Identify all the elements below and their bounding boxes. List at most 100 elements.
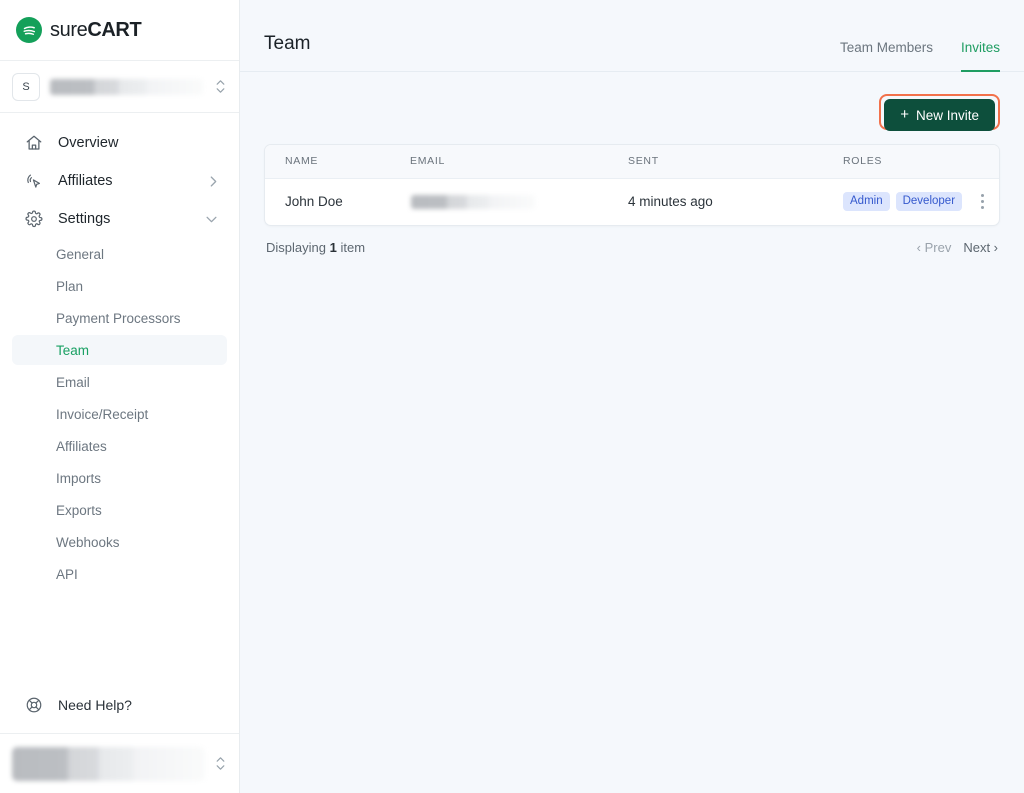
surecart-logo-icon <box>16 17 42 43</box>
tab-label: Team Members <box>839 40 933 55</box>
need-help-button[interactable]: Need Help? <box>12 687 227 723</box>
new-invite-button[interactable]: + New Invite <box>884 99 995 131</box>
cell-sent: 4 minutes ago <box>628 194 713 210</box>
role-badges: Admin Developer <box>843 192 965 212</box>
next-page-button[interactable]: Next › <box>963 240 998 255</box>
cell-name: John Doe <box>285 194 343 210</box>
page-title: Team <box>264 33 311 54</box>
table-row[interactable]: John Doe 4 minutes ago Admin Developer <box>265 178 999 225</box>
kebab-dot <box>980 194 984 198</box>
sidebar-subitem-label: General <box>56 246 105 262</box>
sidebar-nav: Overview Affiliates Settings General Pla… <box>0 113 239 687</box>
sidebar-subitem-label: Webhooks <box>56 534 120 550</box>
sidebar-subitem-webhooks[interactable]: Webhooks <box>12 527 227 557</box>
page-body: + New Invite NAME EMAIL SENT ROLES John … <box>240 72 1024 793</box>
sidebar-item-overview[interactable]: Overview <box>12 125 227 161</box>
column-header-name: NAME <box>265 145 390 179</box>
invites-table-element: NAME EMAIL SENT ROLES John Doe 4 minutes… <box>265 145 999 225</box>
column-header-roles: ROLES <box>823 145 965 179</box>
sidebar-subitem-plan[interactable]: Plan <box>12 271 227 301</box>
prev-page-button[interactable]: ‹ Prev <box>917 240 952 255</box>
sidebar-subitem-email[interactable]: Email <box>12 367 227 397</box>
new-invite-label: New Invite <box>915 107 979 123</box>
sidebar-subitem-label: Imports <box>56 470 102 486</box>
cell-email <box>390 178 608 225</box>
chevron-up-down-icon[interactable] <box>213 757 227 770</box>
sidebar-item-label: Affiliates <box>58 173 113 189</box>
sidebar-footer: Need Help? <box>0 687 239 733</box>
sidebar-item-label: Settings <box>58 211 111 227</box>
user-account-selector[interactable] <box>0 733 239 793</box>
store-selector-container: S <box>0 61 239 113</box>
gear-icon <box>24 209 44 229</box>
email-redacted <box>411 194 535 209</box>
cursor-click-icon <box>24 171 44 191</box>
page-header: Team Team Members Invites <box>240 0 1024 72</box>
pagination: Displaying 1 item ‹ Prev Next › <box>264 226 1000 255</box>
sidebar-subitem-label: Invoice/Receipt <box>56 406 149 422</box>
chevron-down-icon[interactable] <box>206 216 217 223</box>
brand-name: sureCART <box>50 18 142 42</box>
sidebar-subitem-team[interactable]: Team <box>12 335 227 365</box>
main-content: Team Team Members Invites + New Invite N… <box>240 0 1024 793</box>
sidebar-subitem-api[interactable]: API <box>12 559 227 589</box>
chevron-right-icon[interactable] <box>210 175 217 187</box>
brand-name-light: sure <box>50 18 88 41</box>
sidebar-subitem-general[interactable]: General <box>12 239 227 269</box>
plus-icon: + <box>900 106 909 123</box>
store-avatar: S <box>12 72 40 101</box>
cell-actions <box>965 178 999 225</box>
need-help-label: Need Help? <box>58 697 132 713</box>
settings-submenu: General Plan Payment Processors Team Ema… <box>12 239 227 589</box>
sidebar-item-label: Overview <box>58 135 119 151</box>
sidebar-item-affiliates[interactable]: Affiliates <box>12 163 227 199</box>
tab-invites[interactable]: Invites <box>960 40 1000 72</box>
invites-table: NAME EMAIL SENT ROLES John Doe 4 minutes… <box>264 144 1000 226</box>
sidebar-subitem-label: Exports <box>56 502 102 518</box>
kebab-menu-icon[interactable] <box>965 194 999 210</box>
cell-roles: Admin Developer <box>823 178 965 225</box>
action-toolbar: + New Invite <box>264 94 1000 131</box>
lifebuoy-icon <box>24 695 44 715</box>
table-header-row: NAME EMAIL SENT ROLES <box>265 145 999 179</box>
kebab-dot <box>980 206 984 210</box>
status-badge: Developer <box>895 192 963 212</box>
chevron-up-down-icon[interactable] <box>213 80 227 93</box>
sidebar-subitem-payment-processors[interactable]: Payment Processors <box>12 303 227 333</box>
sidebar-item-settings[interactable]: Settings <box>12 201 227 237</box>
store-name-redacted <box>50 78 203 95</box>
page-tabs: Team Members Invites <box>840 39 1000 72</box>
user-name-redacted <box>12 746 205 781</box>
column-header-sent: SENT <box>608 145 823 179</box>
column-header-email: EMAIL <box>390 145 608 179</box>
table-body: John Doe 4 minutes ago Admin Developer <box>265 178 999 225</box>
sidebar-subitem-label: Affiliates <box>56 438 107 454</box>
store-selector[interactable]: S <box>12 70 227 104</box>
action-highlight-ring: + New Invite <box>879 94 1000 131</box>
result-count: Displaying 1 item <box>266 240 365 255</box>
kebab-dot <box>980 200 984 204</box>
sidebar-subitem-label: Team <box>56 342 90 358</box>
result-count-value: 1 <box>329 240 337 255</box>
home-icon <box>24 133 44 153</box>
sidebar-subitem-invoice-receipt[interactable]: Invoice/Receipt <box>12 399 227 429</box>
table-head: NAME EMAIL SENT ROLES <box>265 145 999 179</box>
result-count-prefix: Displaying <box>266 240 326 255</box>
column-header-actions <box>965 145 999 179</box>
app-root: sureCART S Overview Affiliates Settings … <box>0 0 1024 793</box>
tab-team-members[interactable]: Team Members <box>840 40 933 72</box>
brand-name-bold: CART <box>87 18 142 41</box>
tab-label: Invites <box>960 40 1000 55</box>
sidebar-subitem-label: Plan <box>56 278 84 294</box>
sidebar-subitem-affiliates[interactable]: Affiliates <box>12 431 227 461</box>
status-badge: Admin <box>843 192 890 212</box>
result-count-suffix: item <box>340 240 366 255</box>
sidebar-subitem-label: Payment Processors <box>56 310 181 326</box>
sidebar-subitem-imports[interactable]: Imports <box>12 463 227 493</box>
pager-controls: ‹ Prev Next › <box>917 240 998 255</box>
brand-logo[interactable]: sureCART <box>0 0 239 61</box>
sidebar-subitem-exports[interactable]: Exports <box>12 495 227 525</box>
sidebar-subitem-label: Email <box>56 374 90 390</box>
sidebar: sureCART S Overview Affiliates Settings … <box>0 0 240 793</box>
sidebar-subitem-label: API <box>56 566 78 582</box>
